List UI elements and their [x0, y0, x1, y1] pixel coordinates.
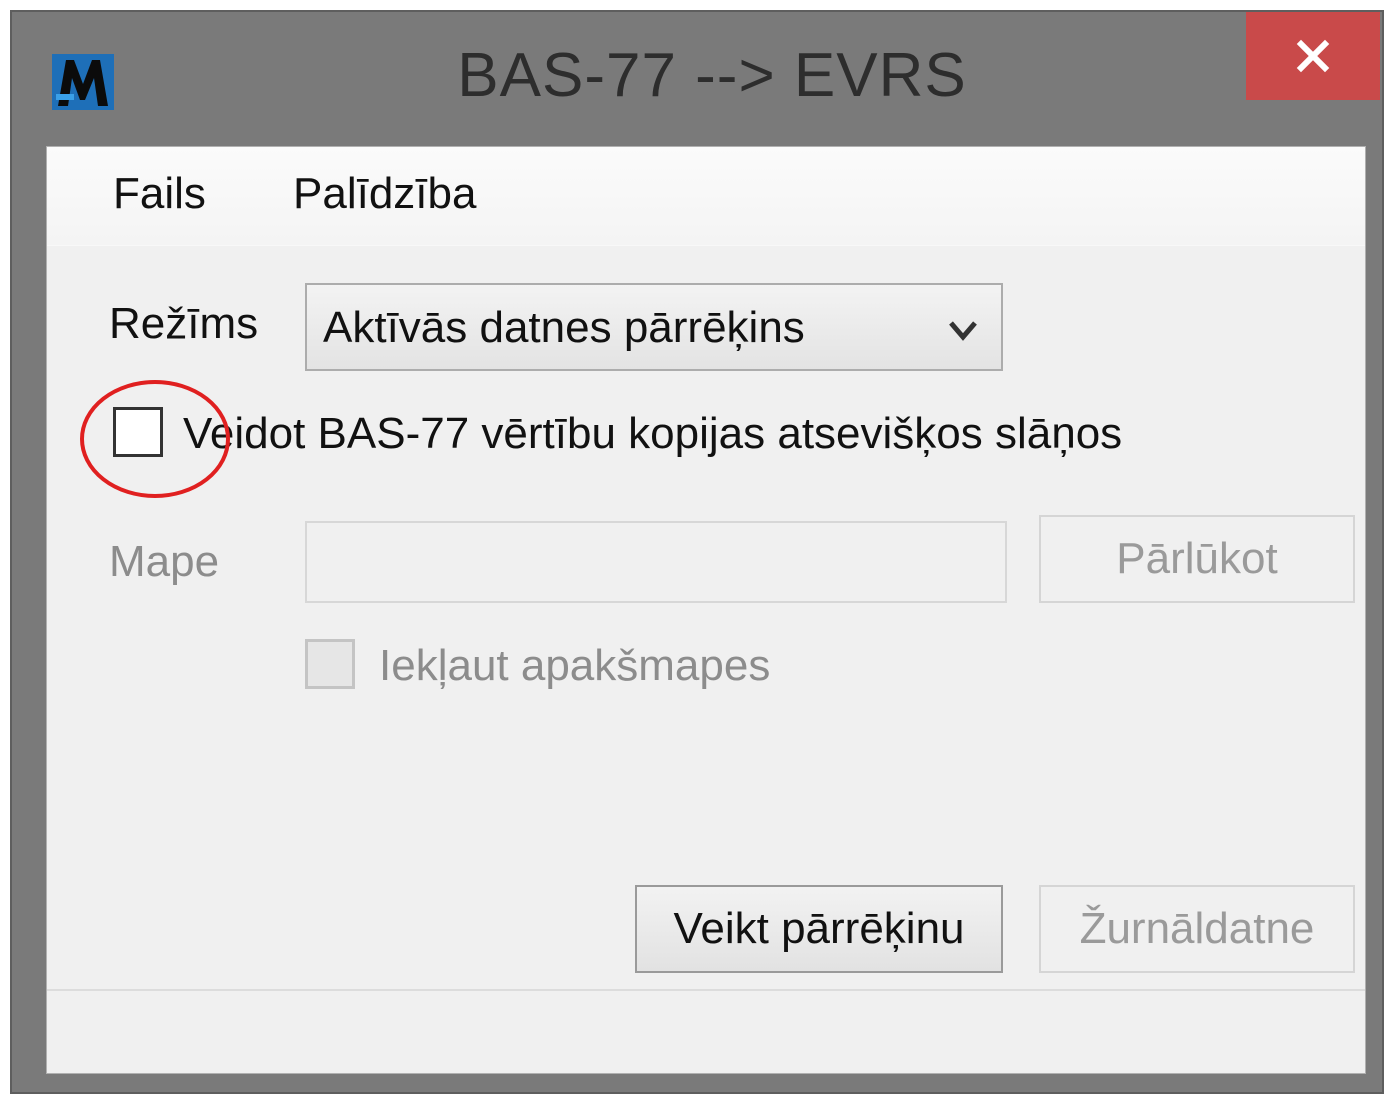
close-button[interactable] [1246, 12, 1380, 100]
mode-dropdown[interactable]: Aktīvās datnes pārrēķins [305, 283, 1003, 371]
browse-button[interactable]: Pārlūkot [1039, 515, 1355, 603]
dialog-client-area: Fails Palīdzība Režīms Aktīvās datnes pā… [46, 146, 1366, 1074]
menu-fails[interactable]: Fails [113, 169, 206, 219]
run-conversion-button[interactable]: Veikt pārrēķinu [635, 885, 1003, 973]
window-title: BAS-77 --> EVRS [457, 41, 967, 110]
status-separator [47, 989, 1365, 991]
menu-palidziba[interactable]: Palīdzība [293, 169, 476, 219]
log-file-button[interactable]: Žurnāldatne [1039, 885, 1355, 973]
include-subfolders-label[interactable]: Iekļaut apakšmapes [379, 641, 770, 691]
copy-layers-label[interactable]: Veidot BAS-77 vērtību kopijas atsevišķos… [183, 409, 1122, 459]
dialog-window: BAS-77 --> EVRS Fails Palīdzība Režīms A… [10, 10, 1384, 1094]
chevron-down-icon [949, 321, 977, 341]
highlight-circle-annotation [80, 380, 230, 498]
title-bar[interactable]: BAS-77 --> EVRS [12, 12, 1382, 146]
include-subfolders-checkbox[interactable] [305, 639, 355, 689]
folder-input[interactable] [305, 521, 1007, 603]
menu-bar: Fails Palīdzība [47, 147, 1365, 246]
mode-dropdown-value: Aktīvās datnes pārrēķins [323, 303, 805, 352]
folder-label: Mape [109, 537, 220, 586]
mode-label: Režīms [109, 299, 259, 348]
close-icon [1296, 39, 1330, 73]
